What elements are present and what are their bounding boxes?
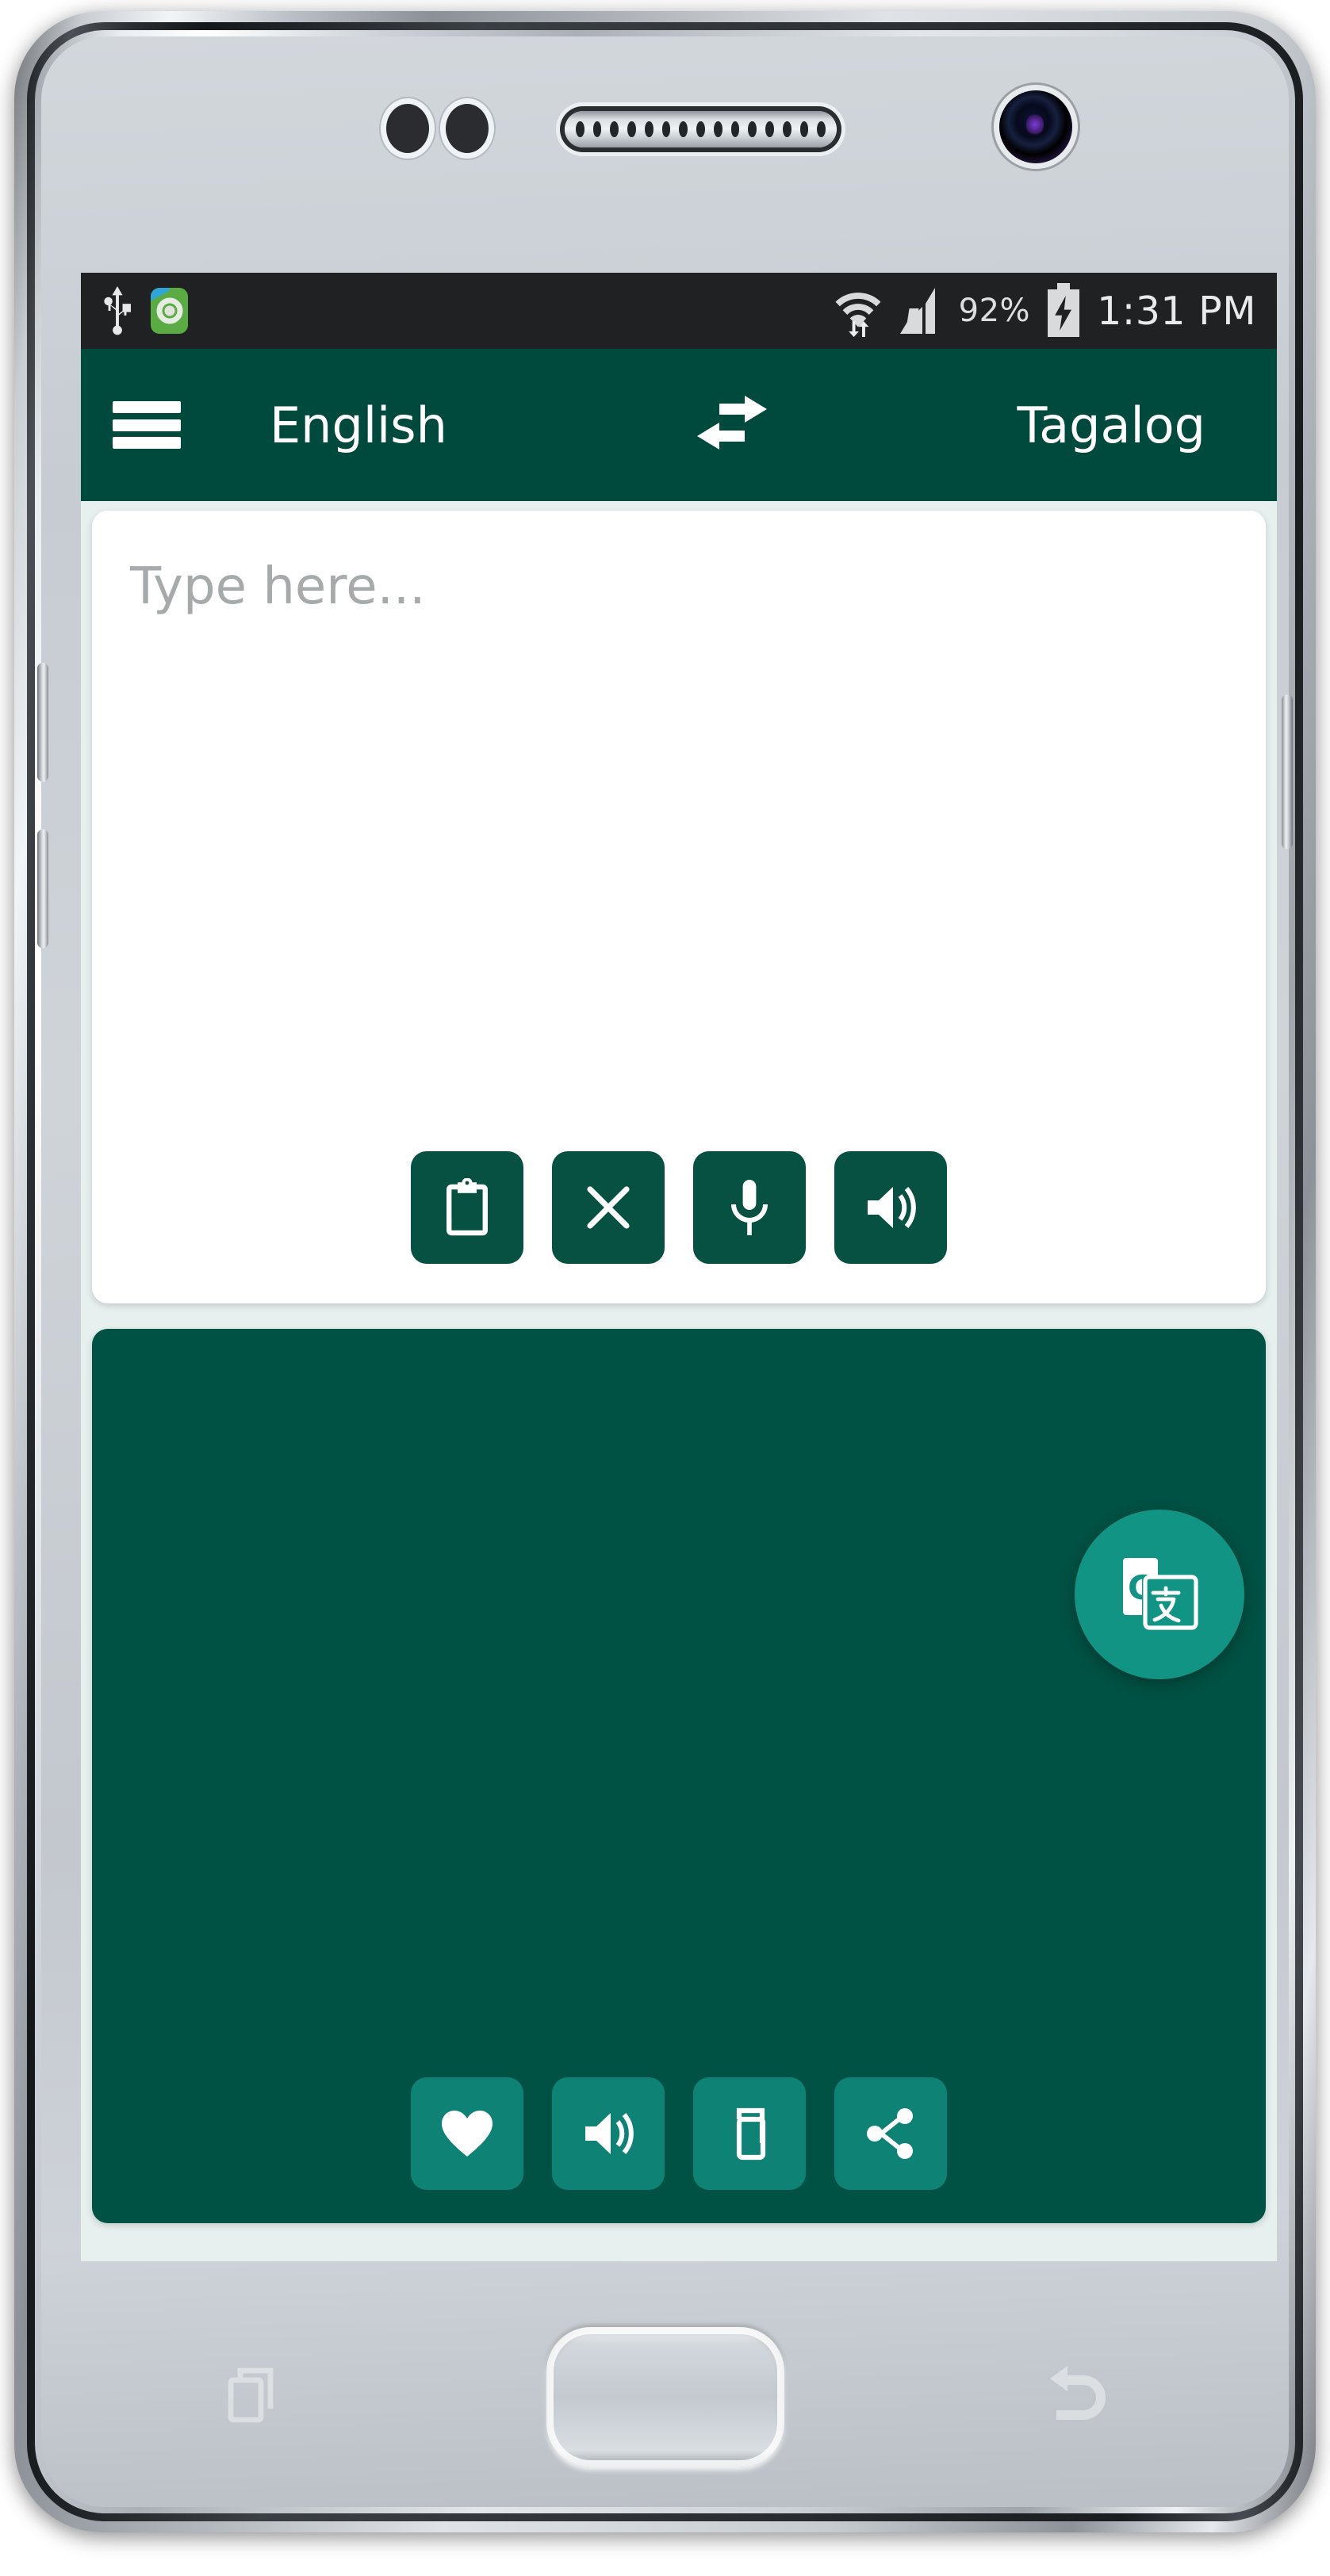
share-icon <box>867 2108 913 2159</box>
volume-down-button[interactable] <box>37 829 48 948</box>
home-button[interactable] <box>546 2326 784 2467</box>
google-translate-icon: G <box>1123 1558 1198 1630</box>
speaker-icon <box>585 2113 634 2154</box>
volume-up-button[interactable] <box>37 663 48 782</box>
copy-icon <box>736 2107 766 2161</box>
recents-icon <box>228 2367 274 2423</box>
clock-label: 1:31 PM <box>1097 288 1256 334</box>
paste-button[interactable] <box>411 1151 523 1264</box>
phone-front-face: 92% 1:31 PM English Tagalog Type here...… <box>37 36 1293 2507</box>
svg-text:G: G <box>1128 1568 1155 1607</box>
front-camera <box>999 90 1072 163</box>
app-bar: English Tagalog <box>81 349 1277 501</box>
speak-output-button[interactable] <box>552 2077 665 2190</box>
clipboard-icon <box>446 1178 488 1236</box>
proximity-sensor-icon <box>386 104 429 153</box>
heart-icon <box>442 2111 493 2157</box>
output-panel[interactable] <box>92 1329 1266 2223</box>
copy-button[interactable] <box>693 2077 806 2190</box>
back-key[interactable] <box>1047 2366 1107 2428</box>
favorite-button[interactable] <box>411 2077 523 2190</box>
app-notification-icon <box>151 288 188 334</box>
microphone-icon <box>731 1180 768 1235</box>
recents-key[interactable] <box>223 2364 278 2429</box>
speaker-icon <box>868 1187 916 1228</box>
clear-button[interactable] <box>552 1151 665 1264</box>
microphone-button[interactable] <box>693 1151 806 1264</box>
status-bar: 92% 1:31 PM <box>81 273 1277 349</box>
source-text-input[interactable]: Type here... <box>130 557 1228 618</box>
phone-device: 92% 1:31 PM English Tagalog Type here...… <box>14 11 1316 2532</box>
earpiece-speaker <box>565 111 837 147</box>
hardware-nav-bar <box>68 2261 1262 2532</box>
input-action-row <box>92 1151 1266 1264</box>
close-x-icon <box>587 1186 630 1229</box>
swap-languages-icon <box>697 396 768 450</box>
target-language-button[interactable]: Tagalog <box>1018 396 1205 454</box>
share-button[interactable] <box>834 2077 947 2190</box>
power-button[interactable] <box>1282 695 1293 849</box>
back-arrow-icon <box>1050 2366 1106 2420</box>
usb-icon <box>104 286 131 335</box>
output-action-row <box>92 2077 1266 2190</box>
hamburger-menu-icon[interactable] <box>113 401 181 449</box>
cellular-signal-icon <box>899 288 935 334</box>
battery-charging-icon <box>1048 283 1080 337</box>
input-panel[interactable]: Type here... <box>92 511 1266 1303</box>
phone-screen: 92% 1:31 PM English Tagalog Type here...… <box>81 273 1277 2261</box>
battery-percent-label: 92% <box>958 293 1031 329</box>
speak-input-button[interactable] <box>834 1151 947 1264</box>
google-translate-fab[interactable]: G <box>1075 1510 1244 1679</box>
wifi-icon <box>835 293 881 337</box>
light-sensor-icon <box>446 104 489 153</box>
source-language-button[interactable]: English <box>270 396 447 454</box>
swap-languages-button[interactable] <box>684 389 780 461</box>
